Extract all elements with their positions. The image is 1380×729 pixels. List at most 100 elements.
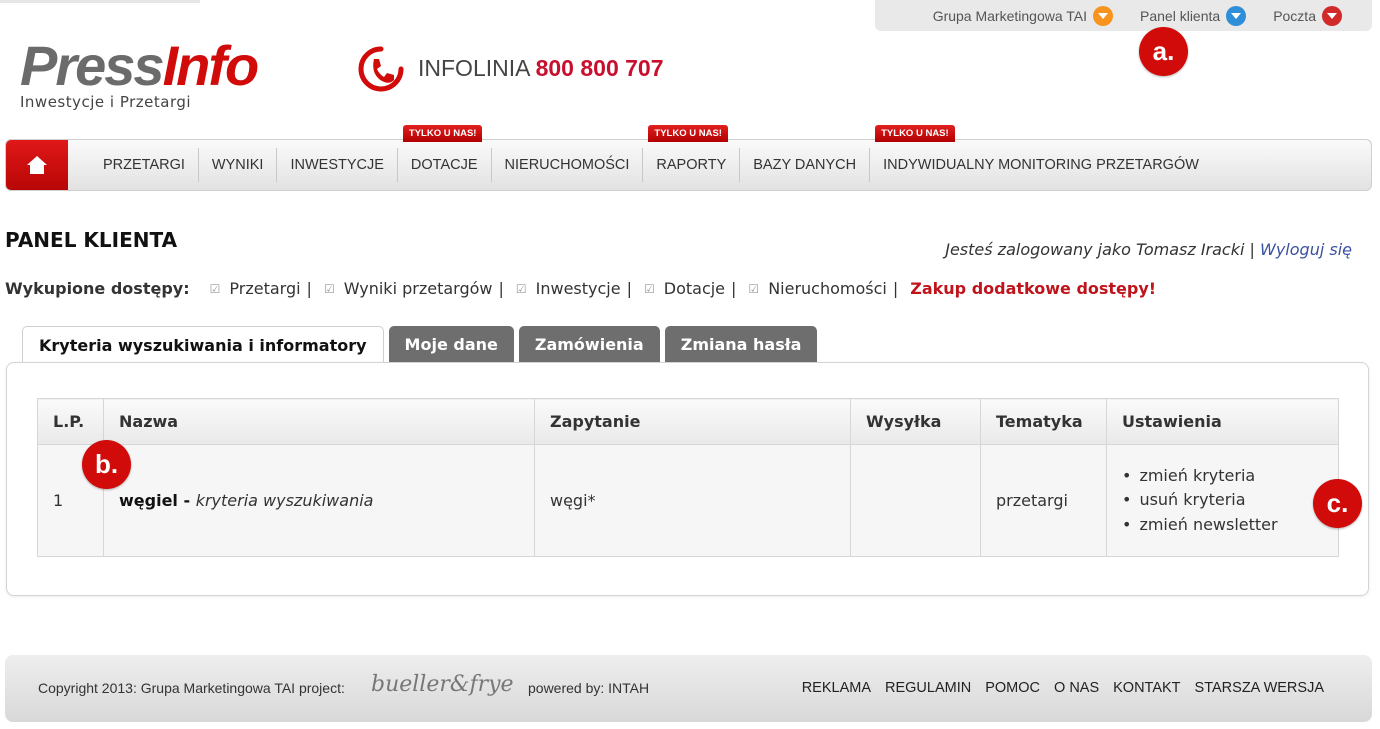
phone-icon: [358, 46, 404, 92]
cell-zapytanie: węgi*: [534, 444, 851, 557]
nav-item-label: DOTACJE: [410, 157, 478, 173]
footer-link-regulamin[interactable]: REGULAMIN: [885, 680, 971, 696]
access-item: Wyniki przetargów: [343, 279, 493, 298]
login-info: Jesteś zalogowany jako Tomasz Iracki | W…: [945, 240, 1352, 259]
separator: |: [731, 279, 737, 298]
bueller-frye-logo[interactable]: bueller&frye: [371, 672, 514, 697]
nav-item-label: PRZETARGI: [103, 157, 185, 173]
cell-wysylka: [850, 444, 981, 557]
change-criteria-link[interactable]: zmień kryteria: [1122, 464, 1338, 489]
footer-link-o-nas[interactable]: O NAS: [1054, 680, 1099, 696]
criteria-name: węgiel: [119, 491, 178, 510]
footer-links: REKLAMA REGULAMIN POMOC O NAS KONTAKT ST…: [788, 680, 1324, 696]
top-utility-bar: Grupa Marketingowa TAI Panel klienta Poc…: [875, 0, 1372, 31]
access-label: Wykupione dostępy:: [5, 279, 190, 298]
nav-item-label: RAPORTY: [656, 157, 727, 173]
tab-kryteria[interactable]: Kryteria wyszukiwania i informatory: [22, 326, 384, 363]
tylko-u-nas-badge: TYLKO U NAS!: [402, 125, 483, 142]
annotation-marker-c: c.: [1313, 479, 1362, 528]
annotation-marker-b: b.: [82, 440, 131, 489]
tylko-u-nas-badge: TYLKO U NAS!: [648, 125, 728, 142]
copyright: Copyright 2013: Grupa Marketingowa TAI p…: [38, 680, 345, 696]
tab-zmiana-hasla[interactable]: Zmiana hasła: [664, 326, 818, 362]
footer-link-kontakt[interactable]: KONTAKT: [1113, 680, 1180, 696]
criteria-table: L.P. Nazwa Zapytanie Wysyłka Tematyka Us…: [37, 398, 1339, 557]
hotline-label: INFOLINIA: [418, 55, 530, 81]
nav-item-dotacje[interactable]: TYLKO U NAS! DOTACJE: [398, 125, 492, 182]
change-newsletter-link[interactable]: zmień newsletter: [1122, 513, 1338, 538]
home-icon: [27, 156, 47, 174]
pressinfo-logo[interactable]: PressInfo: [20, 38, 259, 94]
top-link-label: Grupa Marketingowa TAI: [932, 7, 1088, 24]
nav-item-monitoring[interactable]: TYLKO U NAS! INDYWIDUALNY MONITORING PRZ…: [870, 125, 1212, 182]
nav-item-bazy-danych[interactable]: BAZY DANYCH: [740, 148, 871, 182]
nav-item-inwestycje[interactable]: INWESTYCJE: [277, 148, 398, 182]
main-nav: PRZETARGI WYNIKI INWESTYCJE TYLKO U NAS!…: [5, 125, 1372, 191]
nav-item-label: NIERUCHOMOŚCI: [504, 157, 630, 173]
logo-subtitle: Inwestycje i Przetargi: [20, 93, 192, 111]
home-button[interactable]: [6, 140, 68, 190]
delete-criteria-link[interactable]: usuń kryteria: [1122, 488, 1338, 513]
column-header-wysylka: Wysyłka: [850, 398, 981, 445]
annotation-marker-a: a.: [1139, 27, 1188, 76]
checkbox-checked-icon: ☑: [209, 281, 221, 296]
column-header-zapytanie: Zapytanie: [534, 398, 851, 445]
page-title: PANEL KLIENTA: [5, 228, 178, 252]
nav-item-label: BAZY DANYCH: [753, 157, 857, 173]
tab-zamowienia[interactable]: Zamówienia: [518, 326, 660, 362]
top-link-label: Panel klienta: [1140, 7, 1221, 24]
access-item: Dotacje: [663, 279, 726, 298]
column-header-ustawienia: Ustawienia: [1106, 398, 1339, 445]
separator: |: [626, 279, 632, 298]
top-link-poczta[interactable]: Poczta: [1273, 5, 1342, 26]
column-header-tematyka: Tematyka: [980, 398, 1107, 445]
access-item: Przetargi: [229, 279, 301, 298]
checkbox-checked-icon: ☑: [515, 281, 527, 296]
footer-link-reklama[interactable]: REKLAMA: [802, 680, 871, 696]
nav-item-label: INDYWIDUALNY MONITORING PRZETARGÓW: [883, 157, 1199, 173]
footer-link-starsza-wersja[interactable]: STARSZA WERSJA: [1195, 680, 1324, 696]
logo-info: Info: [162, 34, 260, 97]
hotline-number: 800 800 707: [535, 55, 664, 81]
nav-item-label: WYNIKI: [211, 157, 264, 173]
table-header-row: L.P. Nazwa Zapytanie Wysyłka Tematyka Us…: [37, 398, 1339, 445]
tab-moje-dane[interactable]: Moje dane: [388, 326, 514, 362]
tylko-u-nas-badge: TYLKO U NAS!: [875, 125, 955, 142]
access-item: Nieruchomości: [768, 279, 887, 298]
logo-press: Press: [20, 34, 165, 97]
column-header-nazwa: Nazwa: [103, 398, 535, 445]
powered-by: powered by: INTAH: [528, 680, 650, 696]
nav-item-wyniki[interactable]: WYNIKI: [199, 148, 278, 182]
nav-item-nieruchomosci[interactable]: NIERUCHOMOŚCI: [492, 148, 644, 182]
access-item: Inwestycje: [535, 279, 621, 298]
chevron-down-icon: [1322, 5, 1342, 26]
purchased-access: Wykupione dostępy: ☑ Przetargi | ☑ Wyniki p…: [5, 279, 1156, 298]
nav-item-label: INWESTYCJE: [290, 157, 384, 173]
cell-ustawienia: zmień kryteria usuń kryteria zmień newsl…: [1106, 444, 1339, 557]
top-edge-strip: [0, 0, 200, 3]
separator: |: [306, 279, 312, 298]
checkbox-checked-icon: ☑: [643, 281, 655, 296]
checkbox-checked-icon: ☑: [748, 281, 760, 296]
separator: |: [1249, 240, 1255, 259]
name-separator: -: [177, 491, 196, 510]
criteria-panel: L.P. Nazwa Zapytanie Wysyłka Tematyka Us…: [6, 362, 1369, 596]
separator: |: [892, 279, 899, 298]
logged-in-text: Jesteś zalogowany jako Tomasz Iracki: [945, 240, 1245, 259]
cell-tematyka: przetargi: [980, 444, 1107, 557]
column-header-lp: L.P.: [37, 398, 104, 445]
buy-more-access-link[interactable]: Zakup dodatkowe dostępy!: [910, 279, 1156, 298]
separator: |: [498, 279, 504, 298]
panel-tabs: Kryteria wyszukiwania i informatory Moje…: [22, 326, 822, 363]
table-row: 1 węgiel - kryteria wyszukiwania węgi* p…: [37, 444, 1339, 557]
top-link-label: Poczta: [1273, 7, 1316, 24]
hotline: INFOLINIA 800 800 707: [418, 55, 664, 82]
nav-item-przetargi[interactable]: PRZETARGI: [90, 148, 199, 182]
footer-link-pomoc[interactable]: POMOC: [985, 680, 1040, 696]
top-link-panel-klienta[interactable]: Panel klienta: [1140, 5, 1247, 26]
nav-item-raporty[interactable]: TYLKO U NAS! RAPORTY: [643, 125, 741, 182]
top-link-grupa[interactable]: Grupa Marketingowa TAI: [932, 5, 1114, 26]
chevron-down-icon: [1093, 5, 1114, 26]
settings-list: zmień kryteria usuń kryteria zmień newsl…: [1122, 464, 1338, 538]
logout-link[interactable]: Wyloguj się: [1260, 240, 1352, 259]
